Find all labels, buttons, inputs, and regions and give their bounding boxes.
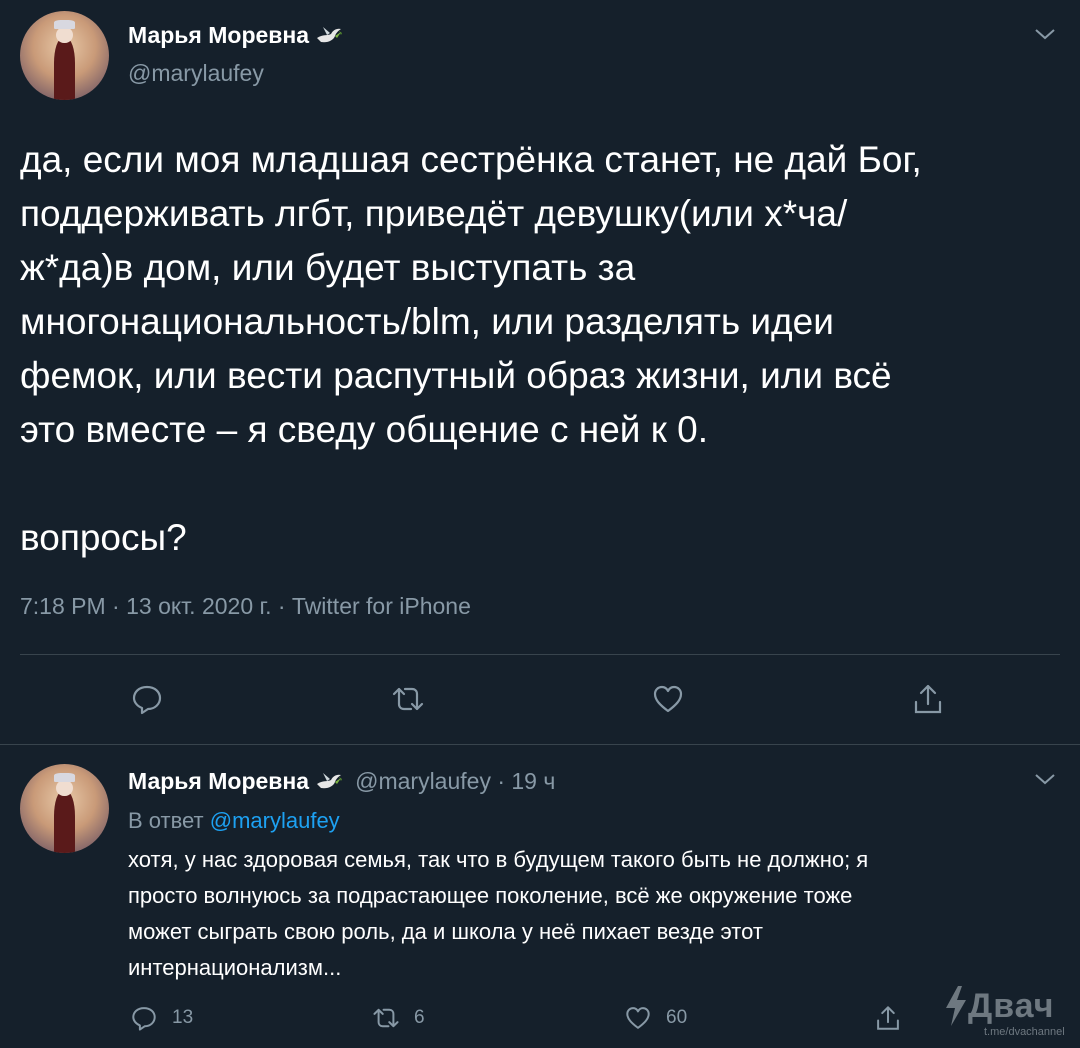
like-icon <box>653 685 683 713</box>
display-name[interactable]: Марья Моревна <box>128 22 309 49</box>
lightning-icon <box>946 986 966 1026</box>
reply-reply-button[interactable]: 13 <box>130 1004 193 1032</box>
watermark-brand: Двач <box>968 986 1055 1025</box>
tweet-separator <box>0 744 1080 745</box>
reply-text: хотя, у нас здоровая семья, так что в бу… <box>128 847 869 980</box>
reply-mention-link[interactable]: @marylaufey <box>210 808 340 833</box>
watermark-sub: t.me/dvachannel <box>984 1026 1065 1038</box>
reply-icon <box>132 685 162 715</box>
reply-to-line: В ответ @marylaufey <box>128 808 340 834</box>
reply-share-button[interactable] <box>874 1004 902 1032</box>
like-count: 60 <box>666 1007 688 1028</box>
reply-count: 13 <box>172 1007 194 1028</box>
retweet-icon <box>392 687 424 711</box>
reply-icon <box>132 1007 156 1031</box>
avatar[interactable] <box>20 11 109 100</box>
tweet-meta[interactable]: 7:18 PM · 13 окт. 2020 г. · Twitter for … <box>20 593 471 620</box>
reply-like-button[interactable]: 60 <box>624 1004 687 1032</box>
retweet-button[interactable] <box>391 682 425 716</box>
reply-to-label: В ответ <box>128 808 210 833</box>
reply-button[interactable] <box>130 682 164 716</box>
share-button[interactable] <box>911 682 945 716</box>
author-name-line[interactable]: Марья Моревна <box>128 22 343 49</box>
share-icon <box>914 684 942 714</box>
tweet-text: да, если моя младшая сестрёнка станет, н… <box>20 139 922 558</box>
chevron-down-icon[interactable] <box>1034 27 1056 41</box>
retweet-count: 6 <box>414 1007 425 1028</box>
reply-handle-time[interactable]: @marylaufey · 19 ч <box>355 768 555 795</box>
dvach-watermark: Двач t.me/dvachannel <box>944 986 1065 1038</box>
reply-display-name[interactable]: Марья Моревна <box>128 768 309 795</box>
share-icon <box>877 1006 899 1030</box>
like-icon <box>626 1007 650 1029</box>
dove-emoji-icon <box>317 772 343 788</box>
reply-author-line[interactable]: Марья Моревна @marylaufey · 19 ч <box>128 768 555 795</box>
reply-retweet-button[interactable]: 6 <box>372 1004 425 1032</box>
retweet-icon <box>373 1008 399 1028</box>
chevron-down-icon[interactable] <box>1034 772 1056 786</box>
main-tweet: Марья Моревна @marylaufey да, если моя м… <box>0 0 1080 744</box>
dove-emoji-icon <box>317 26 343 42</box>
divider <box>20 654 1060 655</box>
handle[interactable]: @marylaufey <box>128 60 264 87</box>
reply-avatar[interactable] <box>20 764 109 853</box>
like-button[interactable] <box>651 682 685 716</box>
